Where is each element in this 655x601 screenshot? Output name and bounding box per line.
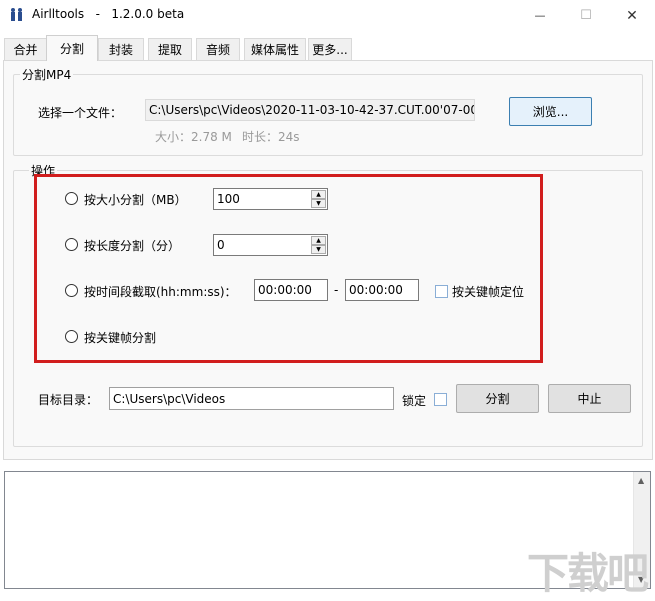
tab-media-properties[interactable]: 媒体属性	[244, 38, 306, 60]
highlight-box	[34, 174, 543, 363]
lock-checkbox[interactable]	[434, 393, 447, 406]
target-dir-input[interactable]: C:\Users\pc\Videos	[109, 387, 394, 410]
tab-label: 音频	[205, 43, 230, 57]
close-icon: ✕	[626, 7, 638, 24]
file-duration-info: 时长：24s	[242, 130, 300, 144]
file-path-field[interactable]: C:\Users\pc\Videos\2020-11-03-10-42-37.C…	[145, 99, 475, 121]
lock-label: 锁定	[402, 394, 427, 408]
tab-label: 封装	[108, 43, 133, 57]
title-bar: Airlltools - 1.2.0.0 beta — ☐ ✕	[0, 0, 655, 31]
tab-package[interactable]: 封装	[98, 38, 144, 60]
target-dir-label: 目标目录：	[38, 393, 99, 407]
split-mp4-group-title: 分割MP4	[20, 66, 74, 83]
tab-merge[interactable]: 合并	[4, 38, 47, 60]
tab-split[interactable]: 分割	[46, 35, 98, 61]
tab-audio[interactable]: 音频	[196, 38, 240, 60]
choose-file-label: 选择一个文件：	[38, 106, 123, 120]
browse-button[interactable]: 浏览...	[509, 97, 592, 126]
maximize-icon: ☐	[580, 8, 592, 23]
tab-label: 提取	[157, 43, 182, 57]
tab-more[interactable]: 更多...	[308, 38, 352, 60]
tab-label: 合并	[13, 43, 38, 57]
scroll-up-icon[interactable]: ▲	[638, 476, 644, 485]
split-button[interactable]: 分割	[456, 384, 539, 413]
maximize-button[interactable]: ☐	[563, 0, 609, 31]
minimize-icon: —	[534, 9, 546, 22]
tab-label: 媒体属性	[250, 43, 299, 57]
window-title: Airlltools - 1.2.0.0 beta	[32, 7, 185, 21]
watermark-logo: 下载吧	[526, 549, 649, 598]
tab-label: 更多...	[312, 43, 348, 57]
stop-button[interactable]: 中止	[548, 384, 631, 413]
file-size-info: 大小：2.78 M	[155, 130, 232, 144]
close-button[interactable]: ✕	[609, 0, 655, 31]
app-icon	[9, 7, 25, 23]
tab-extract[interactable]: 提取	[148, 38, 192, 60]
minimize-button[interactable]: —	[517, 0, 563, 31]
tab-label: 分割	[59, 42, 84, 56]
